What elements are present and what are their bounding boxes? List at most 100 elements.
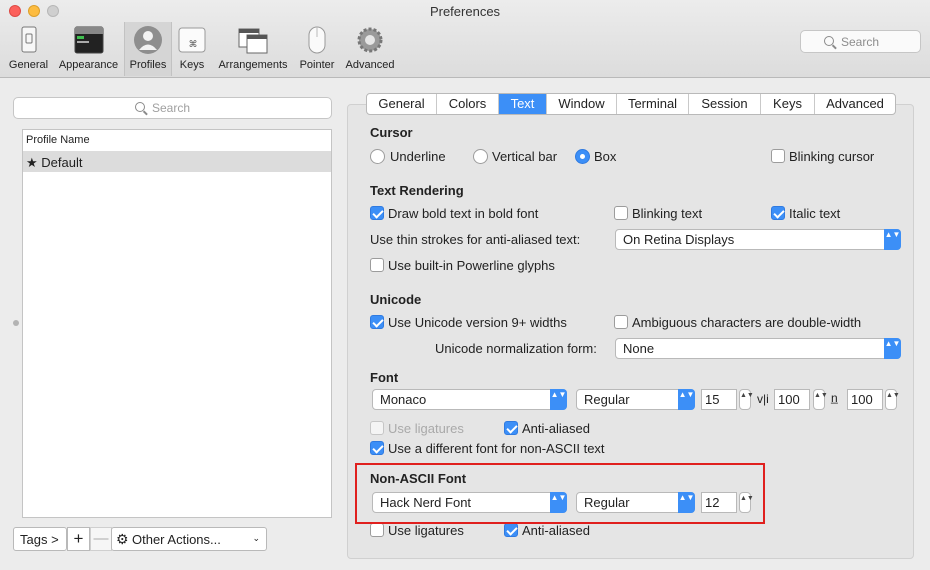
blinking-text-label: Blinking text xyxy=(632,206,703,221)
bold-in-bold-checkbox[interactable] xyxy=(370,206,384,220)
toolbar-general-label: General xyxy=(8,59,49,71)
profile-list: Profile Name ★ Default xyxy=(22,129,332,518)
search-icon xyxy=(135,102,145,112)
font-weight-value: Regular xyxy=(584,392,630,407)
ambiguous-double-width-checkbox[interactable] xyxy=(614,315,628,329)
font-size-stepper[interactable]: ▲▼ xyxy=(739,389,754,410)
toolbar-search-field[interactable]: Search xyxy=(800,30,921,53)
cursor-box-radio[interactable] xyxy=(575,149,590,164)
up-down-arrows-icon: ▲▼ xyxy=(550,389,567,410)
tags-button[interactable]: Tags > xyxy=(13,527,67,551)
tab-text[interactable]: Text xyxy=(499,94,547,114)
split-view-handle[interactable] xyxy=(13,320,19,326)
normalization-form-label: Unicode normalization form: xyxy=(435,341,597,356)
toolbar-appearance[interactable]: Appearance xyxy=(55,22,122,76)
non-ascii-ligatures-checkbox[interactable] xyxy=(370,523,384,537)
text-rendering-section-title: Text Rendering xyxy=(370,183,464,198)
appearance-icon xyxy=(74,26,103,54)
toolbar-advanced[interactable]: Advanced xyxy=(343,22,397,76)
horizontal-spacing-field[interactable]: 100 xyxy=(774,389,810,410)
non-ascii-anti-aliased-checkbox[interactable] xyxy=(504,523,518,537)
ambiguous-double-width-label: Ambiguous characters are double-width xyxy=(632,315,862,330)
window-title: Preferences xyxy=(429,4,501,19)
blinking-cursor-checkbox[interactable] xyxy=(771,149,785,163)
tab-keys[interactable]: Keys xyxy=(761,94,815,114)
tab-general[interactable]: General xyxy=(367,94,437,114)
powerline-glyphs-checkbox[interactable] xyxy=(370,258,384,272)
thin-strokes-value: On Retina Displays xyxy=(623,232,735,247)
up-down-arrows-icon: ▲▼ xyxy=(884,229,901,250)
profile-name-column-header[interactable]: Profile Name xyxy=(23,130,331,152)
cursor-vertical-bar-radio[interactable] xyxy=(473,149,488,164)
font-ligatures-checkbox[interactable] xyxy=(370,421,384,435)
cursor-underline-label: Underline xyxy=(390,149,446,164)
thin-strokes-popup[interactable]: On Retina Displays ▲▼ xyxy=(615,229,901,250)
font-section-title: Font xyxy=(370,370,399,385)
pointer-icon xyxy=(308,26,326,54)
font-weight-popup[interactable]: Regular ▲▼ xyxy=(576,389,695,410)
non-ascii-ligatures-label: Use ligatures xyxy=(388,523,464,538)
chevron-down-icon: ⌄ xyxy=(252,533,260,543)
italic-text-label: Italic text xyxy=(789,206,841,221)
tab-session[interactable]: Session xyxy=(689,94,761,114)
tab-colors[interactable]: Colors xyxy=(437,94,499,114)
other-actions-button[interactable]: ⚙ Other Actions... ⌄ xyxy=(111,527,267,551)
horizontal-spacing-stepper[interactable]: ▲▼ xyxy=(813,389,828,410)
vertical-spacing-field[interactable]: 100 xyxy=(847,389,883,410)
blinking-cursor-label: Blinking cursor xyxy=(789,149,875,164)
cursor-underline-radio[interactable] xyxy=(370,149,385,164)
toolbar-search-placeholder: Search xyxy=(841,35,880,49)
unicode-section-title: Unicode xyxy=(370,292,422,307)
font-size-field[interactable]: 15 xyxy=(701,389,737,410)
thin-strokes-label: Use thin strokes for anti-aliased text: xyxy=(370,232,581,247)
toolbar-profiles[interactable]: Profiles xyxy=(124,22,172,76)
toolbar-arrangements-label: Arrangements xyxy=(218,59,288,71)
blinking-text-checkbox[interactable] xyxy=(614,206,628,220)
arrangements-icon xyxy=(238,28,268,54)
keys-icon: ⌘ xyxy=(178,27,206,53)
tab-advanced[interactable]: Advanced xyxy=(815,94,895,114)
tab-window[interactable]: Window xyxy=(547,94,617,114)
add-profile-button[interactable]: + xyxy=(67,527,90,551)
vertical-spacing-icon: n̲ xyxy=(831,391,838,405)
font-family-value: Monaco xyxy=(380,392,427,407)
profiles-icon xyxy=(134,26,162,54)
toolbar-advanced-label: Advanced xyxy=(345,59,395,71)
title-bar: Preferences General Appearance Profiles … xyxy=(0,0,930,78)
highlight-annotation-box xyxy=(355,463,765,524)
svg-text:⌘: ⌘ xyxy=(189,40,198,50)
cursor-section-title: Cursor xyxy=(370,125,413,140)
different-non-ascii-font-checkbox[interactable] xyxy=(370,441,384,455)
font-family-popup[interactable]: Monaco ▲▼ xyxy=(372,389,567,410)
toolbar-keys[interactable]: ⌘ Keys xyxy=(174,22,210,76)
vertical-spacing-stepper[interactable]: ▲▼ xyxy=(885,389,900,410)
toolbar-general[interactable]: General xyxy=(5,22,52,76)
advanced-icon xyxy=(357,27,383,53)
italic-text-checkbox[interactable] xyxy=(771,206,785,220)
tab-terminal[interactable]: Terminal xyxy=(617,94,689,114)
other-actions-label: Other Actions... xyxy=(132,532,221,547)
horizontal-spacing-icon: v|i xyxy=(757,392,769,406)
unicode-9-widths-checkbox[interactable] xyxy=(370,315,384,329)
profile-row-default[interactable]: ★ Default xyxy=(23,152,331,172)
font-anti-aliased-checkbox[interactable] xyxy=(504,421,518,435)
cursor-box-label: Box xyxy=(594,149,617,164)
profile-search-field[interactable]: Search xyxy=(13,97,332,119)
toolbar-appearance-label: Appearance xyxy=(58,59,119,71)
profile-search-placeholder: Search xyxy=(152,101,191,115)
remove-profile-button[interactable]: — xyxy=(90,527,112,551)
toolbar-profiles-label: Profiles xyxy=(129,59,167,71)
font-ligatures-label: Use ligatures xyxy=(388,421,464,436)
gear-icon: ⚙ xyxy=(116,531,129,547)
non-ascii-anti-aliased-label: Anti-aliased xyxy=(522,523,590,538)
unicode-9-widths-label: Use Unicode version 9+ widths xyxy=(388,315,567,330)
up-down-arrows-icon: ▲▼ xyxy=(884,338,901,359)
toolbar-keys-label: Keys xyxy=(179,59,205,71)
profile-tabs: General Colors Text Window Terminal Sess… xyxy=(366,93,896,115)
normalization-form-popup[interactable]: None ▲▼ xyxy=(615,338,901,359)
font-anti-aliased-label: Anti-aliased xyxy=(522,421,590,436)
bold-in-bold-label: Draw bold text in bold font xyxy=(388,206,539,221)
toolbar-arrangements[interactable]: Arrangements xyxy=(214,22,292,76)
general-icon xyxy=(21,26,36,53)
toolbar-pointer[interactable]: Pointer xyxy=(296,22,338,76)
